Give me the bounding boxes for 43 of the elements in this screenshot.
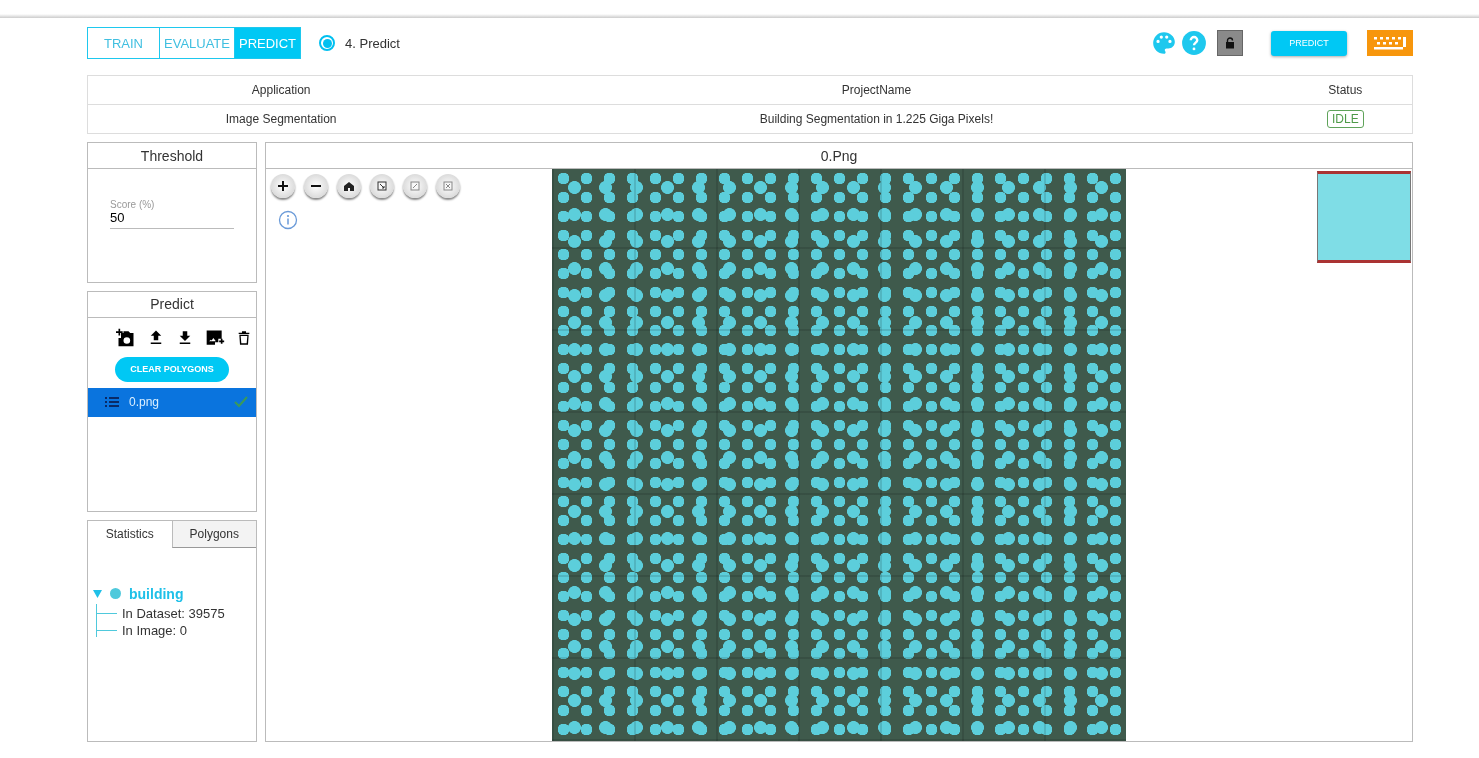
- tree-item: In Image: 0: [122, 622, 188, 638]
- add-camera-icon[interactable]: [116, 327, 136, 348]
- fit-icon: [443, 181, 453, 191]
- expanded-caret-icon[interactable]: [93, 589, 102, 598]
- mode-tab[interactable]: TRAIN: [87, 27, 160, 59]
- step-radio[interactable]: [319, 35, 336, 51]
- fullscreen-button[interactable]: [403, 174, 427, 198]
- stats-tab[interactable]: Polygons: [171, 520, 256, 548]
- clear-polygons-button[interactable]: CLEAR POLYGONS: [115, 356, 229, 382]
- score-field[interactable]: 50: [110, 210, 234, 229]
- table-cell: Building Segmentation in 1.225 Giga Pixels!: [759, 112, 994, 126]
- minimap[interactable]: [1317, 171, 1411, 263]
- rotate-icon: [377, 181, 387, 191]
- category-label[interactable]: building: [129, 585, 184, 602]
- fit-button[interactable]: [436, 174, 460, 198]
- zoom-out-button[interactable]: [304, 174, 328, 198]
- predict-button[interactable]: PREDICT: [1271, 30, 1347, 56]
- list-icon: [105, 396, 119, 408]
- column-header: ProjectName: [841, 83, 912, 97]
- plus-icon: [277, 180, 289, 192]
- rotate-button[interactable]: [370, 174, 394, 198]
- lock-button[interactable]: [1217, 30, 1243, 56]
- status-badge: IDLE: [1326, 110, 1364, 128]
- panel-title: Threshold: [140, 147, 204, 164]
- home-icon: [344, 181, 354, 191]
- mode-tab[interactable]: PREDICT: [235, 27, 302, 59]
- mode-tab[interactable]: EVALUATE: [160, 27, 235, 59]
- field-label: Score (%): [110, 199, 155, 210]
- zoom-in-button[interactable]: [271, 174, 295, 198]
- step-label: 4. Predict: [345, 35, 400, 51]
- keyboard-icon[interactable]: [1367, 30, 1413, 56]
- viewer-title: 0.Png: [820, 147, 858, 164]
- fullscreen-icon: [410, 181, 420, 191]
- tree-item: In Dataset: 39575: [122, 605, 225, 621]
- file-name: 0.png: [129, 395, 160, 409]
- home-button[interactable]: [337, 174, 361, 198]
- column-header: Application: [251, 83, 311, 97]
- info-icon[interactable]: [278, 210, 298, 230]
- file-list-item[interactable]: 0.png: [88, 387, 256, 417]
- lock-icon: [1225, 37, 1235, 49]
- panel-title: Predict: [150, 296, 194, 312]
- table-cell: Image Segmentation: [225, 112, 337, 126]
- column-header: Status: [1328, 83, 1363, 97]
